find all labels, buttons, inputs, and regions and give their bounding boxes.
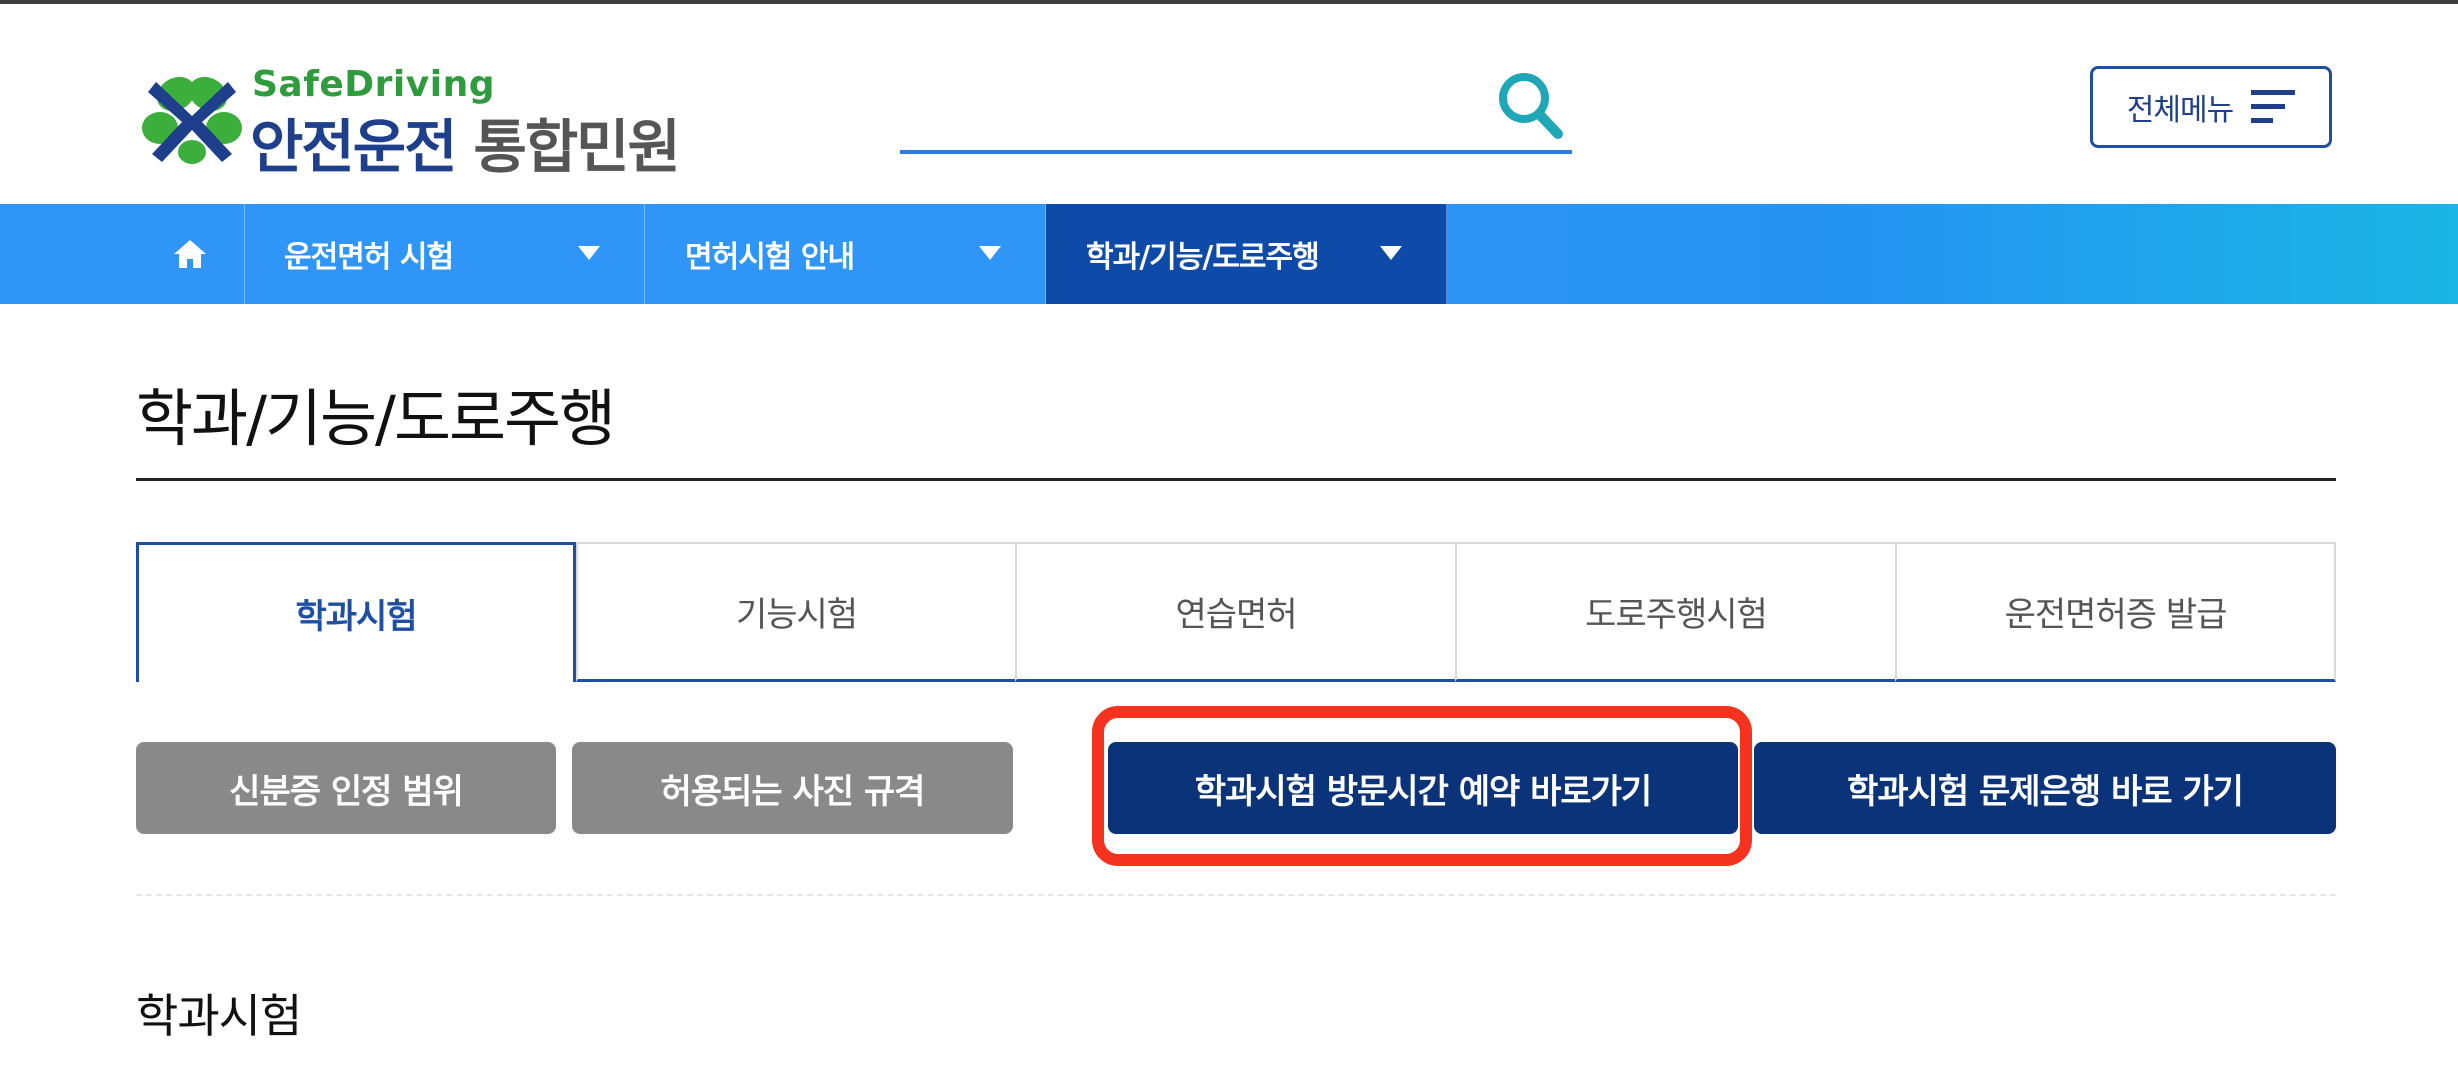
title-divider — [136, 478, 2336, 481]
section-divider — [136, 894, 2336, 896]
top-border — [0, 0, 2458, 4]
tab-skill-test[interactable]: 기능시험 — [576, 542, 1017, 682]
nav-item-driving-license-test[interactable]: 운전면허 시험 — [244, 204, 645, 304]
tab-road-test[interactable]: 도로주행시험 — [1455, 542, 1897, 682]
button-label: 학과시험 방문시간 예약 바로가기 — [1194, 771, 1652, 812]
photo-spec-button[interactable]: 허용되는 사진 규격 — [572, 742, 1013, 834]
caret-down-icon — [979, 246, 1001, 260]
button-label: 학과시험 문제은행 바로 가기 — [1847, 771, 2244, 812]
nav-item-label: 학과/기능/도로주행 — [1086, 240, 1320, 275]
all-menu-label: 전체메뉴 — [2126, 93, 2234, 128]
logo-main: 안전운전 — [250, 113, 457, 181]
clover-logo-icon — [142, 76, 242, 164]
written-test-question-bank-button[interactable]: 학과시험 문제은행 바로 가기 — [1754, 742, 2336, 834]
search-icon[interactable] — [1496, 70, 1564, 142]
caret-down-icon — [578, 246, 600, 260]
all-menu-button[interactable]: 전체메뉴 — [2090, 66, 2332, 148]
written-test-visit-reservation-button[interactable]: 학과시험 방문시간 예약 바로가기 — [1108, 742, 1738, 834]
test-tabs: 학과시험 기능시험 연습면허 도로주행시험 운전면허증 발급 — [136, 542, 2336, 682]
nav-item-test-guide[interactable]: 면허시험 안내 — [645, 204, 1046, 304]
button-label: 신분증 인정 범위 — [229, 771, 464, 812]
tab-label: 연습면허 — [1175, 595, 1297, 635]
nav-item-label: 운전면허 시험 — [284, 240, 454, 275]
logo-english-text: SafeDriving — [252, 64, 495, 105]
button-label: 허용되는 사진 규격 — [660, 771, 926, 812]
tab-written-test[interactable]: 학과시험 — [136, 542, 576, 682]
nav-item-label: 면허시험 안내 — [685, 240, 855, 275]
tab-learner-permit[interactable]: 연습면허 — [1015, 542, 1457, 682]
nav-item-written-skill-road[interactable]: 학과/기능/도로주행 — [1046, 204, 1447, 304]
site-logo[interactable]: SafeDriving 안전운전 통합민원 — [136, 64, 696, 181]
caret-down-icon — [1380, 246, 1402, 260]
page-title: 학과/기능/도로주행 — [136, 382, 616, 455]
id-accepted-range-button[interactable]: 신분증 인정 범위 — [136, 742, 556, 834]
section-title: 학과시험 — [136, 989, 302, 1043]
tab-label: 학과시험 — [295, 597, 417, 637]
logo-korean-text: 안전운전 통합민원 — [250, 100, 681, 184]
search-box — [900, 64, 1572, 154]
nav-home-button[interactable] — [136, 204, 245, 304]
tab-label: 기능시험 — [735, 595, 858, 635]
logo-sub: 통합민원 — [473, 113, 680, 181]
tab-label: 운전면허증 발급 — [2004, 595, 2228, 635]
tab-license-issuance[interactable]: 운전면허증 발급 — [1895, 542, 2336, 682]
main-navigation: 운전면허 시험 면허시험 안내 학과/기능/도로주행 — [0, 204, 2458, 304]
search-input[interactable] — [900, 64, 1494, 148]
hamburger-menu-icon — [2251, 90, 2296, 123]
tab-label: 도로주행시험 — [1585, 595, 1768, 635]
home-icon — [174, 240, 206, 268]
